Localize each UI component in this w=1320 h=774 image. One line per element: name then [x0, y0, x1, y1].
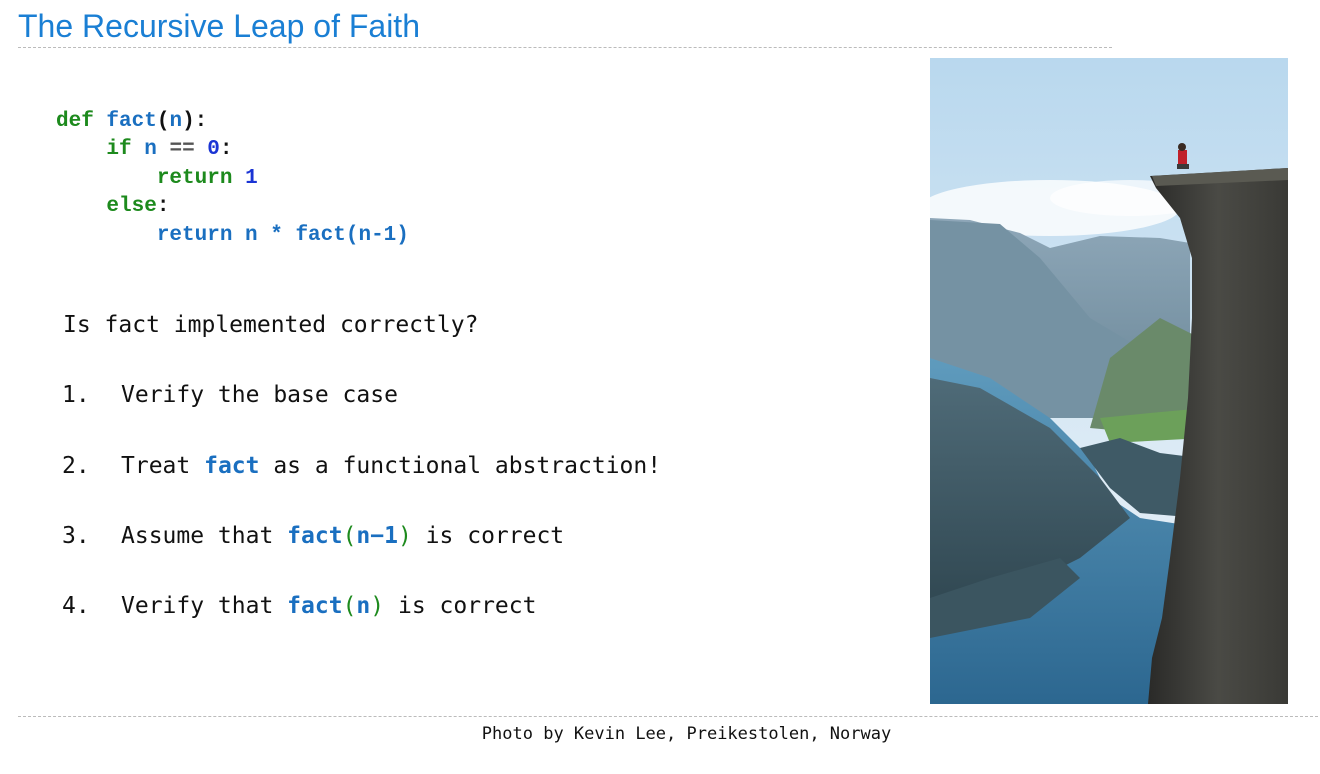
step-text-pre: Treat	[121, 453, 205, 479]
question-text: Is fact implemented correctly?	[63, 312, 479, 338]
step-code-close: )	[397, 523, 412, 549]
step-code-close: )	[370, 593, 385, 619]
slide-title: The Recursive Leap of Faith	[18, 8, 420, 44]
cliff-landscape-image	[930, 58, 1288, 704]
step-code-fn: fact	[287, 593, 343, 619]
code-function-name: fact	[106, 110, 157, 133]
step-code-arg: n	[356, 593, 371, 619]
step-text: Treat fact as a functional abstraction!	[121, 453, 661, 479]
step-code-fact: fact	[204, 453, 260, 479]
step-text-pre: Assume that	[121, 523, 288, 549]
code-param: n	[169, 110, 183, 133]
step-number: 2.	[62, 453, 90, 479]
code-if-colon: :	[219, 138, 233, 162]
step-text-post: as a functional abstraction!	[259, 453, 662, 479]
code-if-var: n	[144, 138, 157, 162]
step-number: 1.	[62, 382, 90, 408]
code-one: 1	[245, 166, 258, 190]
code-else-keyword: else	[106, 195, 157, 219]
code-zero: 0	[207, 138, 220, 162]
code-if-keyword: if	[106, 138, 132, 162]
code-open-paren: (	[156, 110, 170, 133]
step-number: 4.	[62, 593, 90, 619]
step-text: Assume that fact(n−1) is correct	[121, 523, 564, 549]
step-code-arg: n−1	[356, 523, 398, 549]
step-code-fn: fact	[287, 523, 343, 549]
code-return-keyword: return	[156, 166, 233, 190]
step-text: Verify the base case	[121, 382, 398, 408]
code-def-keyword: def	[56, 110, 94, 133]
code-block: def fact(n): if n == 0: return 1 else: r…	[56, 108, 409, 250]
code-recursive-return: return n * fact(n-1)	[156, 223, 409, 247]
footer-divider	[18, 716, 1318, 717]
title-divider	[18, 47, 1112, 48]
code-else-colon: :	[156, 195, 170, 219]
step-text-post: is correct	[384, 593, 537, 619]
preikestolen-photo	[930, 58, 1288, 704]
step-code-arg-text: n−1	[356, 523, 398, 549]
step-text-pre: Verify that	[121, 593, 288, 619]
photo-caption: Photo by Kevin Lee, Preikestolen, Norway	[481, 724, 892, 744]
step-text: Verify that fact(n) is correct	[121, 593, 536, 619]
step-code-open: (	[342, 523, 357, 549]
step-text-post: is correct	[411, 523, 565, 549]
code-eq-operator: ==	[169, 138, 195, 162]
step-code-open: (	[342, 593, 357, 619]
step-number: 3.	[62, 523, 90, 549]
code-close-paren: ):	[182, 110, 208, 133]
